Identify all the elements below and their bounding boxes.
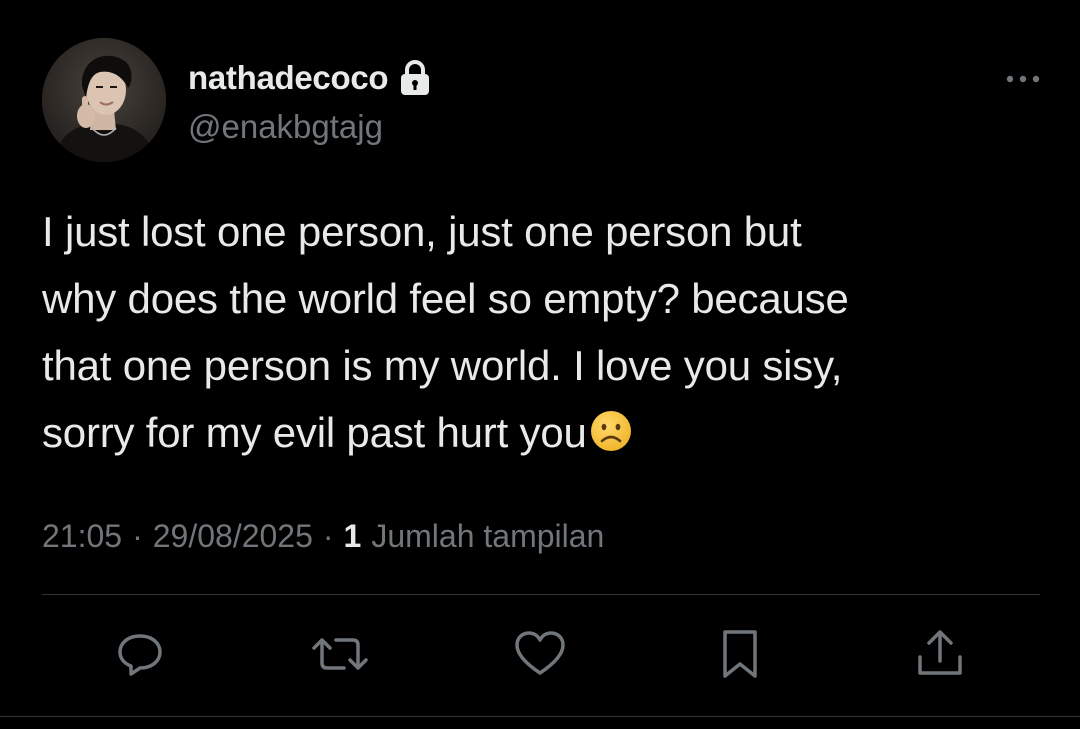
tweet-date[interactable]: 29/08/2025 (153, 518, 313, 555)
frowning-face-emoji-icon (589, 405, 633, 451)
tweet-time[interactable]: 21:05 (42, 518, 122, 555)
bookmark-button[interactable] (712, 628, 768, 684)
bottom-divider (0, 716, 1080, 717)
divider (42, 594, 1040, 595)
share-icon (914, 627, 966, 686)
display-name-row: nathadecoco (188, 56, 432, 100)
bookmark-icon (717, 627, 763, 686)
retweet-button[interactable] (312, 628, 368, 684)
like-icon (512, 627, 568, 686)
avatar[interactable] (42, 38, 166, 162)
lock-icon (398, 60, 432, 96)
retweet-icon (310, 627, 370, 686)
user-handle[interactable]: @enakbgtajg (188, 108, 383, 146)
reply-button[interactable] (112, 628, 168, 684)
more-options-icon[interactable] (1004, 68, 1042, 90)
tweet-text-line: why does the world feel so empty? becaus… (42, 275, 849, 322)
tweet-text: I just lost one person, just one person … (42, 198, 1042, 466)
display-name[interactable]: nathadecoco (188, 59, 389, 97)
share-button[interactable] (912, 628, 968, 684)
avatar-photo (42, 38, 166, 162)
tweet-text-segment: sorry for my evil past hurt you (42, 409, 587, 456)
tweet-text-line: I just lost one person, just one person … (42, 208, 802, 255)
views-count[interactable]: 1 (344, 518, 362, 555)
like-button[interactable] (512, 628, 568, 684)
reply-icon (113, 627, 167, 686)
tweet-text-line: that one person is my world. I love you … (42, 342, 843, 389)
tweet-meta: 21:05 · 29/08/2025 · 1 Jumlah tampilan (42, 518, 604, 555)
meta-separator: · (322, 518, 334, 554)
views-label[interactable]: Jumlah tampilan (371, 518, 604, 555)
meta-separator: · (132, 518, 143, 554)
tweet-text-line: sorry for my evil past hurt you (42, 399, 1042, 466)
